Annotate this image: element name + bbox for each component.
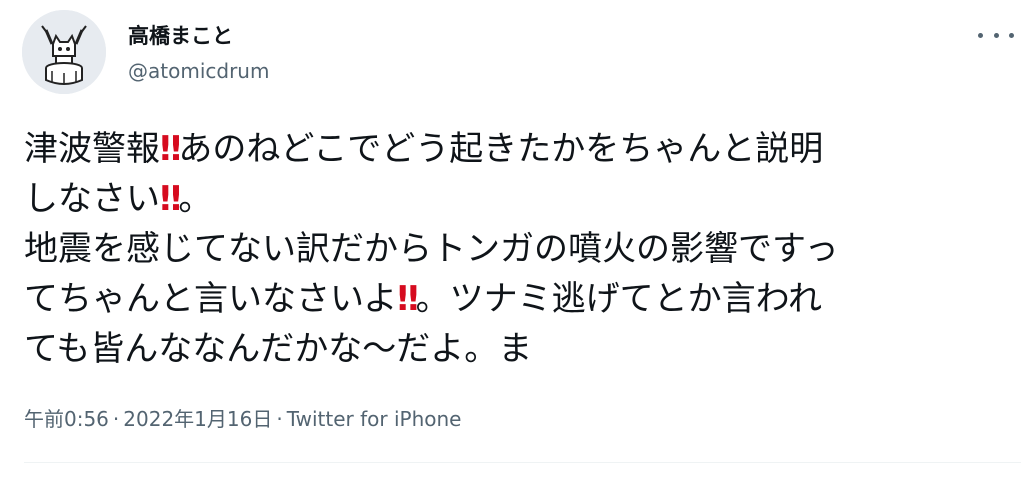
- more-dots-icon: [978, 32, 983, 38]
- display-name[interactable]: 高橋まこと: [128, 22, 233, 50]
- tweet-line: ても皆んななんだかな～だよ。ま: [24, 324, 1014, 374]
- user-handle[interactable]: @atomicdrum: [128, 58, 269, 84]
- tweet-line: てちゃんと言いなさいよ‼。ツナミ逃げてとか言われ: [24, 274, 1014, 324]
- tweet-source-link[interactable]: Twitter for iPhone: [287, 407, 462, 431]
- tweet-text: 津波警報‼あのねどこでどう起きたかをちゃんと説明 しなさい‼。 地震を感じてない訳だ…: [24, 124, 1014, 374]
- tweet-text-segment: あのねどこでどう起きたかをちゃんと説明: [178, 129, 824, 169]
- tweet-line: しなさい‼。: [24, 174, 1014, 224]
- tweet-text-segment: しなさい: [24, 179, 160, 219]
- divider: [24, 462, 1021, 463]
- tweet-text-segment: 津波警報: [24, 129, 160, 169]
- avatar[interactable]: [22, 10, 106, 94]
- tweet-time-link[interactable]: 午前0:56: [24, 407, 109, 431]
- double-exclamation-emoji-icon: ‼: [160, 179, 181, 219]
- meta-separator: ·: [112, 407, 120, 431]
- more-options-button[interactable]: [978, 28, 1014, 42]
- tweet-line: 津波警報‼あのねどこでどう起きたかをちゃんと説明: [24, 124, 1014, 174]
- tweet-line: 地震を感じてない訳だからトンガの噴火の影響ですっ: [24, 224, 1014, 274]
- tweet-text-segment: てちゃんと言いなさいよ: [24, 279, 398, 319]
- tweet-text-segment: ても皆んななんだかな～だよ。ま: [24, 329, 533, 369]
- tweet-text-segment: 。: [178, 179, 213, 219]
- double-exclamation-emoji-icon: ‼: [397, 279, 418, 319]
- more-dots-icon: [1009, 32, 1014, 38]
- meta-separator: ·: [276, 407, 283, 431]
- tweet-date-link[interactable]: 2022年1月16日: [123, 407, 272, 431]
- tweet-text-segment: 地震を感じてない訳だからトンガの噴火の影響ですっ: [24, 229, 839, 269]
- more-dots-icon: [993, 32, 999, 38]
- tweet-meta: 午前0:56 · 2022年1月16日 · Twitter for iPhone: [24, 404, 461, 434]
- avatar-drummer-cat-icon: [22, 10, 106, 94]
- tweet-text-segment: 。ツナミ逃げてとか言われ: [415, 279, 822, 319]
- double-exclamation-emoji-icon: ‼: [160, 129, 181, 169]
